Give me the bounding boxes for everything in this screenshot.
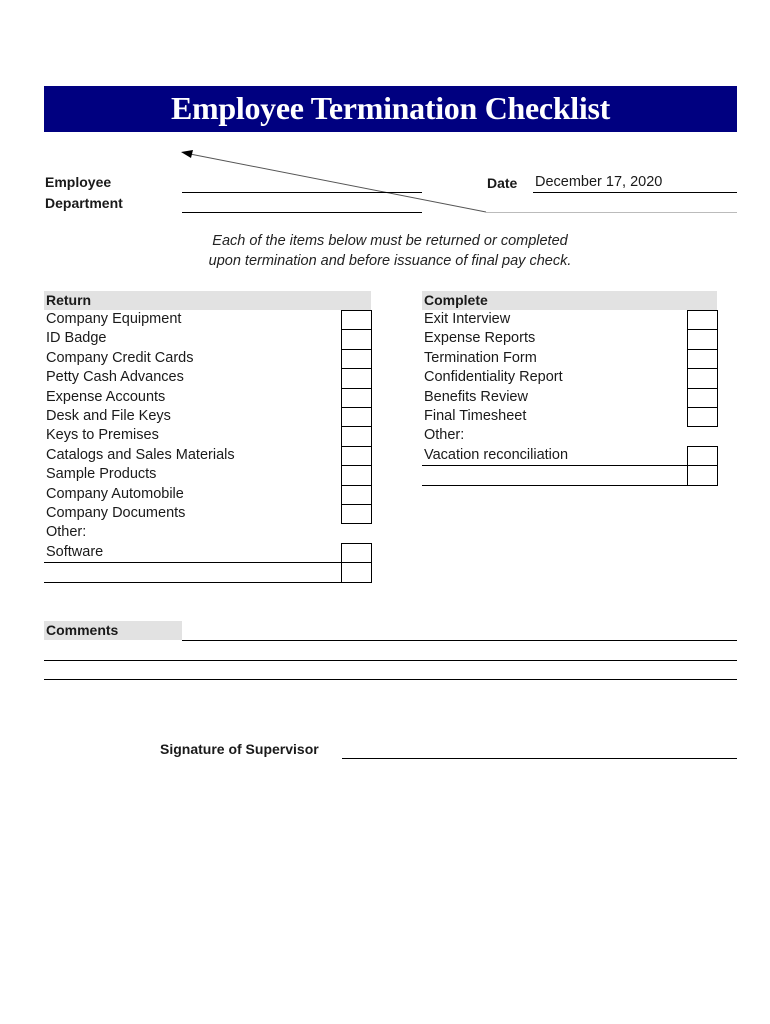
checklist-item: ID Badge	[44, 329, 372, 350]
checklist-item: Company Credit Cards	[44, 348, 372, 370]
checkbox[interactable]	[341, 445, 372, 467]
checklist-item: Benefits Review	[422, 387, 718, 408]
checkbox[interactable]	[687, 407, 718, 428]
comments-underline-1	[182, 640, 737, 641]
other-item: Vacation reconciliation	[422, 445, 718, 467]
employee-field[interactable]	[182, 174, 422, 192]
checklist-item: Catalogs and Sales Materials	[44, 445, 372, 467]
checklist-item-label: Confidentiality Report	[424, 369, 563, 386]
checklist-item: Final Timesheet	[422, 407, 718, 428]
signature-underline	[342, 758, 737, 759]
divider-line	[486, 212, 737, 213]
checklist-item: Desk and File Keys	[44, 407, 372, 428]
checklist-item: Confidentiality Report	[422, 368, 718, 389]
comments-underline-3	[44, 679, 737, 680]
comments-field-1[interactable]	[182, 621, 737, 641]
checklist-item-label: Desk and File Keys	[46, 408, 171, 424]
checklist-item: Company Documents	[44, 504, 372, 525]
checklist-item-label: Keys to Premises	[46, 427, 159, 444]
checklist-item-label: Termination Form	[424, 349, 537, 366]
checklist-item-label: Software	[46, 543, 104, 560]
checklist-item: Keys to Premises	[44, 426, 372, 447]
checklist-item: Exit Interview	[422, 310, 718, 331]
checklist-item: Termination Form	[422, 348, 718, 370]
checklist-item-label: Exit Interview	[424, 311, 511, 327]
signature-label: Signature of Supervisor	[160, 741, 319, 757]
employee-label: Employee	[45, 174, 112, 190]
checkbox[interactable]	[341, 504, 372, 525]
checklist-item: Expense Reports	[422, 329, 718, 350]
checkbox[interactable]	[341, 310, 372, 331]
checkbox[interactable]	[341, 484, 372, 505]
checkbox[interactable]	[687, 465, 718, 486]
instructions-line-2: upon termination and before issuance of …	[208, 253, 572, 269]
checklist-item: Expense Accounts	[44, 387, 372, 408]
instructions-line-1: Each of the items below must be returned…	[212, 233, 568, 249]
checklist-item-label: Vacation reconciliation	[424, 446, 569, 463]
checkbox[interactable]	[341, 368, 372, 389]
other-label: Other:	[44, 523, 372, 542]
checkbox[interactable]	[687, 348, 718, 370]
checklist-item-label: Expense Accounts	[46, 388, 166, 405]
other-item	[422, 465, 718, 486]
department-label: Department	[45, 195, 123, 211]
checklist-item-label: ID Badge	[46, 330, 107, 347]
checklist-item: Sample Products	[44, 465, 372, 486]
comments-label: Comments	[44, 621, 182, 640]
checklist-item-label: Expense Reports	[424, 330, 536, 347]
checkbox[interactable]	[687, 310, 718, 331]
checklist-item-label: Company Credit Cards	[46, 349, 194, 366]
checklist-item-label: Sample Products	[46, 466, 157, 483]
checkbox[interactable]	[341, 329, 372, 350]
checkbox[interactable]	[341, 465, 372, 486]
comments-field-3[interactable]	[44, 662, 737, 680]
comments-underline-2	[44, 660, 737, 661]
other-item	[44, 562, 372, 583]
checklist-item-label: Company Equipment	[46, 311, 182, 327]
department-field[interactable]	[182, 195, 422, 213]
checklist-item-label: Benefits Review	[424, 388, 528, 405]
checkbox[interactable]	[341, 387, 372, 408]
checkbox[interactable]	[687, 329, 718, 350]
checklist-item-label: Petty Cash Advances	[46, 369, 184, 386]
checklist-item-label: Catalogs and Sales Materials	[46, 446, 235, 463]
checkbox[interactable]	[341, 348, 372, 370]
employee-underline	[182, 192, 422, 193]
other-item: Software	[44, 542, 372, 564]
date-underline	[533, 192, 737, 193]
checkbox[interactable]	[687, 368, 718, 389]
checklist-item-label	[422, 466, 424, 482]
checkbox[interactable]	[341, 426, 372, 447]
return-section-heading: Return	[44, 291, 371, 310]
checklist-item-label: Company Documents	[46, 505, 186, 521]
signature-field[interactable]	[342, 740, 737, 758]
checklist-item-label	[44, 563, 46, 579]
checklist-item-label: Company Automobile	[46, 485, 184, 502]
other-item-underline	[44, 581, 341, 583]
other-label: Other:	[422, 426, 718, 445]
checkbox[interactable]	[687, 387, 718, 408]
checkbox[interactable]	[687, 445, 718, 467]
checklist-item: Petty Cash Advances	[44, 368, 372, 389]
checkbox[interactable]	[341, 407, 372, 428]
date-label: Date	[487, 175, 518, 191]
checklist-item: Company Automobile	[44, 484, 372, 505]
checklist-item-label: Final Timesheet	[424, 408, 527, 424]
checklist-item-label: Other:	[46, 524, 87, 541]
date-value: December 17, 2020	[535, 174, 663, 190]
complete-section-heading: Complete	[422, 291, 717, 310]
checklist-item-label: Other:	[424, 427, 465, 444]
comments-field-2[interactable]	[44, 642, 737, 660]
department-underline	[182, 212, 422, 213]
other-item-underline	[422, 484, 687, 486]
checkbox[interactable]	[341, 542, 372, 564]
checkbox[interactable]	[341, 562, 372, 583]
date-field[interactable]: December 17, 2020	[535, 174, 735, 192]
checklist-item: Company Equipment	[44, 310, 372, 331]
